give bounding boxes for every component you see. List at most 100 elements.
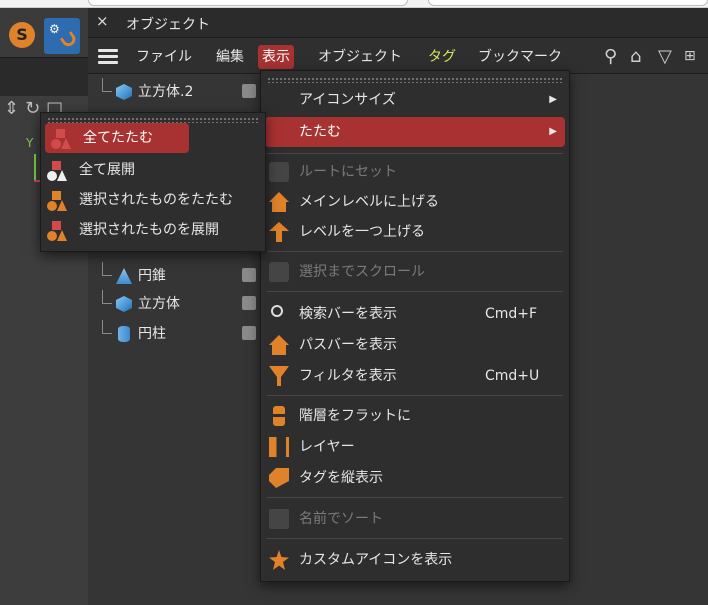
- arrow-up-icon: [269, 222, 289, 242]
- menu-item-up-one-level[interactable]: レベルを一つ上げる: [261, 217, 569, 247]
- menu-item-sort-by-name: 名前でソート: [261, 504, 569, 534]
- menu-item-collapse-selected[interactable]: 選択されたものをたたむ: [41, 185, 265, 215]
- tree-row[interactable]: 立方体: [96, 290, 266, 318]
- top-tab-pill: [88, 0, 408, 6]
- tree-row[interactable]: 円錐: [96, 262, 266, 290]
- menu-item-icon-size[interactable]: アイコンサイズ ▶: [261, 85, 569, 115]
- tree-branch-line: [102, 320, 112, 334]
- menu-separator: [267, 497, 563, 498]
- menu-item-label: フィルタを表示: [299, 368, 397, 384]
- menu-item-set-root: ルートにセット: [261, 157, 569, 187]
- collapse-selected-icon: [47, 191, 69, 211]
- menu-item-label: 選択されたものをたたむ: [79, 192, 233, 208]
- magnet-shape: [59, 31, 79, 49]
- sort-icon: [269, 509, 289, 529]
- expand-selected-icon: [47, 221, 69, 241]
- snap-icon[interactable]: S: [9, 22, 35, 48]
- menu-item-show-path-bar[interactable]: パスバーを表示: [261, 330, 569, 360]
- menu-item-flatten-hierarchy[interactable]: 階層をフラットに: [261, 401, 569, 431]
- tag-icon: [269, 468, 289, 488]
- menu-separator: [267, 395, 563, 396]
- top-tab-pill: [428, 0, 708, 6]
- menu-item-tags-vertical[interactable]: タグを縦表示: [261, 463, 569, 493]
- window-title: オブジェクト: [126, 17, 210, 33]
- gear-icon: ⚙: [49, 22, 60, 36]
- title-bar: × オブジェクト: [88, 8, 708, 38]
- star-icon: [269, 550, 289, 570]
- menu-item-label: パスバーを表示: [299, 337, 397, 353]
- tree-row-label: 円錐: [138, 268, 166, 284]
- shortcut-label: Cmd+U: [485, 368, 540, 384]
- menu-item-label: 名前でソート: [299, 511, 383, 527]
- menu-item-collapse-all[interactable]: 全てたたむ: [45, 123, 189, 153]
- tree-branch-line: [102, 290, 112, 304]
- add-icon[interactable]: ⊞: [684, 48, 696, 64]
- menu-item-label: 検索バーを表示: [299, 306, 397, 322]
- filter-icon: [269, 366, 289, 386]
- search-icon: [271, 305, 283, 317]
- menu-item-label: カスタムアイコンを表示: [299, 552, 453, 568]
- axis-y-label: Y: [26, 136, 34, 150]
- search-icon[interactable]: ⚲: [604, 46, 617, 67]
- menu-object[interactable]: オブジェクト: [314, 45, 406, 69]
- menu-tag[interactable]: タグ: [424, 45, 460, 69]
- menu-bookmark[interactable]: ブックマーク: [474, 45, 566, 69]
- axis-y-line: [34, 154, 36, 182]
- path-bar-icon: [269, 335, 289, 355]
- shortcut-label: Cmd+F: [485, 306, 538, 322]
- menu-item-label: 選択されたものを展開: [79, 222, 219, 238]
- browser-top-strip: [0, 0, 708, 8]
- left-panel: S ⚙ ⇕↻□ Y: [0, 8, 88, 605]
- edit-toggle-icon[interactable]: [242, 268, 256, 282]
- hamburger-menu-icon[interactable]: [98, 49, 118, 64]
- cone-icon: [116, 268, 132, 284]
- menu-separator: [267, 538, 563, 539]
- expand-all-icon: [47, 161, 69, 181]
- tool-strip: S ⚙: [0, 8, 88, 58]
- menu-item-label: ルートにセット: [299, 164, 397, 180]
- tree-branch-line: [102, 262, 112, 276]
- tree-branch-line: [102, 78, 112, 92]
- menu-item-to-main-level[interactable]: メインレベルに上げる: [261, 187, 569, 217]
- menu-item-expand-selected[interactable]: 選択されたものを展開: [41, 215, 265, 245]
- collapse-all-icon: [51, 129, 73, 149]
- menu-item-label: 全てたたむ: [83, 130, 153, 146]
- menu-item-show-filter[interactable]: フィルタを表示 Cmd+U: [261, 361, 569, 391]
- magnet-icon[interactable]: ⚙: [44, 18, 80, 54]
- menu-edit[interactable]: 編集: [212, 45, 248, 69]
- menu-item-scroll-to-selection: 選択までスクロール: [261, 257, 569, 287]
- tree-row-label: 立方体.2: [138, 84, 194, 100]
- menu-item-label: 全て展開: [79, 162, 135, 178]
- chevron-right-icon: ▶: [549, 126, 557, 137]
- menu-item-show-custom-icons[interactable]: カスタムアイコンを表示: [261, 545, 569, 575]
- menu-view[interactable]: 表示: [258, 45, 294, 69]
- cube-icon: [116, 84, 132, 100]
- home-icon: [269, 192, 289, 212]
- menu-item-label: たたむ: [299, 124, 341, 140]
- menu-file[interactable]: ファイル: [132, 45, 196, 69]
- set-root-icon: [269, 162, 289, 182]
- edit-toggle-icon[interactable]: [242, 84, 256, 98]
- view-dropdown-menu: アイコンサイズ ▶ たたむ ▶ ルートにセット メインレベルに上げる レベルを一…: [260, 70, 570, 582]
- menu-item-label: メインレベルに上げる: [299, 194, 439, 210]
- menu-item-expand-all[interactable]: 全て展開: [41, 155, 265, 185]
- tree-row[interactable]: 立方体.2: [96, 78, 266, 106]
- filter-icon[interactable]: ▽: [658, 46, 672, 67]
- home-icon[interactable]: ⌂: [630, 46, 641, 67]
- menu-item-label: レイヤー: [299, 439, 355, 455]
- flatten-icon: [273, 406, 285, 426]
- cylinder-icon: [118, 326, 130, 342]
- close-icon[interactable]: ×: [96, 12, 109, 30]
- menu-item-label: 選択までスクロール: [299, 264, 425, 280]
- menu-item-layer[interactable]: レイヤー: [261, 432, 569, 462]
- tree-row[interactable]: 円柱: [96, 320, 266, 348]
- scroll-icon: [269, 262, 289, 282]
- menu-item-collapse[interactable]: たたむ ▶: [265, 117, 565, 147]
- chevron-right-icon: ▶: [549, 94, 557, 105]
- edit-toggle-icon[interactable]: [242, 296, 256, 310]
- menu-item-show-search-bar[interactable]: 検索バーを表示 Cmd+F: [261, 299, 569, 329]
- edit-toggle-icon[interactable]: [242, 326, 256, 340]
- menu-separator: [267, 153, 563, 154]
- menu-item-label: 階層をフラットに: [299, 408, 411, 424]
- collapse-submenu: 全てたたむ 全て展開 選択されたものをたたむ 選択されたものを展開: [40, 112, 266, 252]
